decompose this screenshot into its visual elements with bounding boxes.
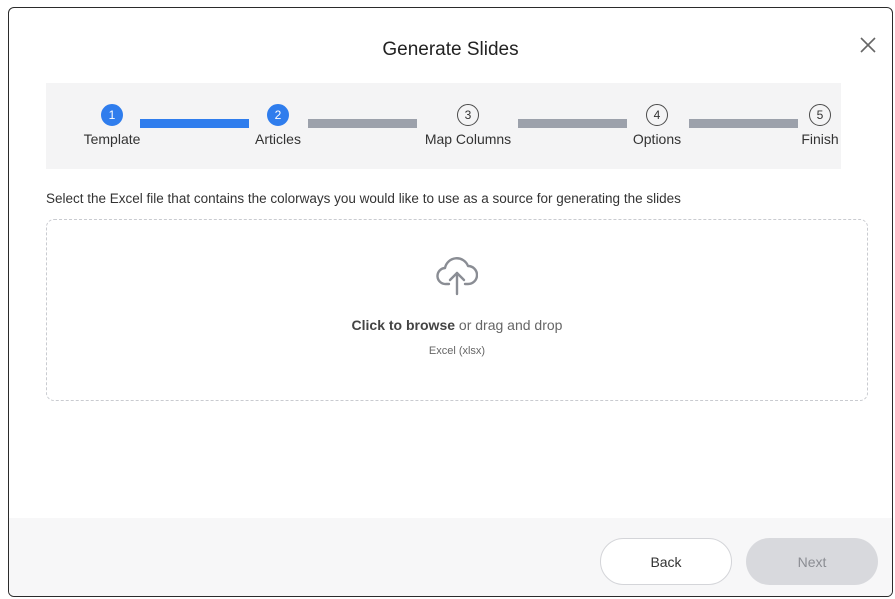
- step-label: Map Columns: [424, 131, 512, 147]
- step-template: 1 Template: [52, 104, 172, 147]
- drag-drop-text: or drag and drop: [458, 317, 563, 333]
- back-button[interactable]: Back: [600, 538, 732, 585]
- close-icon: [860, 37, 876, 53]
- step-options: 4 Options: [597, 104, 717, 147]
- cloud-upload-icon: [436, 257, 478, 296]
- progress-stepper: 1 Template 2 Articles 3 Map Columns 4 Op…: [46, 83, 841, 169]
- browse-link[interactable]: Click to browse: [352, 317, 455, 333]
- dialog-footer: Back Next: [9, 518, 892, 596]
- instruction-text: Select the Excel file that contains the …: [46, 191, 681, 206]
- step-label: Options: [632, 131, 682, 147]
- step-number: 1: [101, 104, 123, 126]
- step-number: 4: [646, 104, 668, 126]
- next-button[interactable]: Next: [746, 538, 878, 585]
- dropzone-prompt: Click to browse or drag and drop: [47, 317, 867, 333]
- accepted-file-types: Excel (xlsx): [428, 345, 486, 357]
- step-label: Template: [83, 131, 141, 147]
- step-finish: 5 Finish: [760, 104, 880, 147]
- step-number: 3: [457, 104, 479, 126]
- file-dropzone[interactable]: Click to browse or drag and drop Excel (…: [46, 219, 868, 401]
- generate-slides-dialog: Generate Slides 1 Template 2 Articles 3 …: [8, 7, 893, 597]
- step-number: 5: [809, 104, 831, 126]
- step-label: Articles: [255, 131, 301, 147]
- step-articles: 2 Articles: [218, 104, 338, 147]
- step-label: Finish: [801, 131, 839, 147]
- step-number: 2: [267, 104, 289, 126]
- step-map-columns: 3 Map Columns: [408, 104, 528, 147]
- close-button[interactable]: [858, 35, 878, 55]
- dialog-title: Generate Slides: [382, 39, 519, 60]
